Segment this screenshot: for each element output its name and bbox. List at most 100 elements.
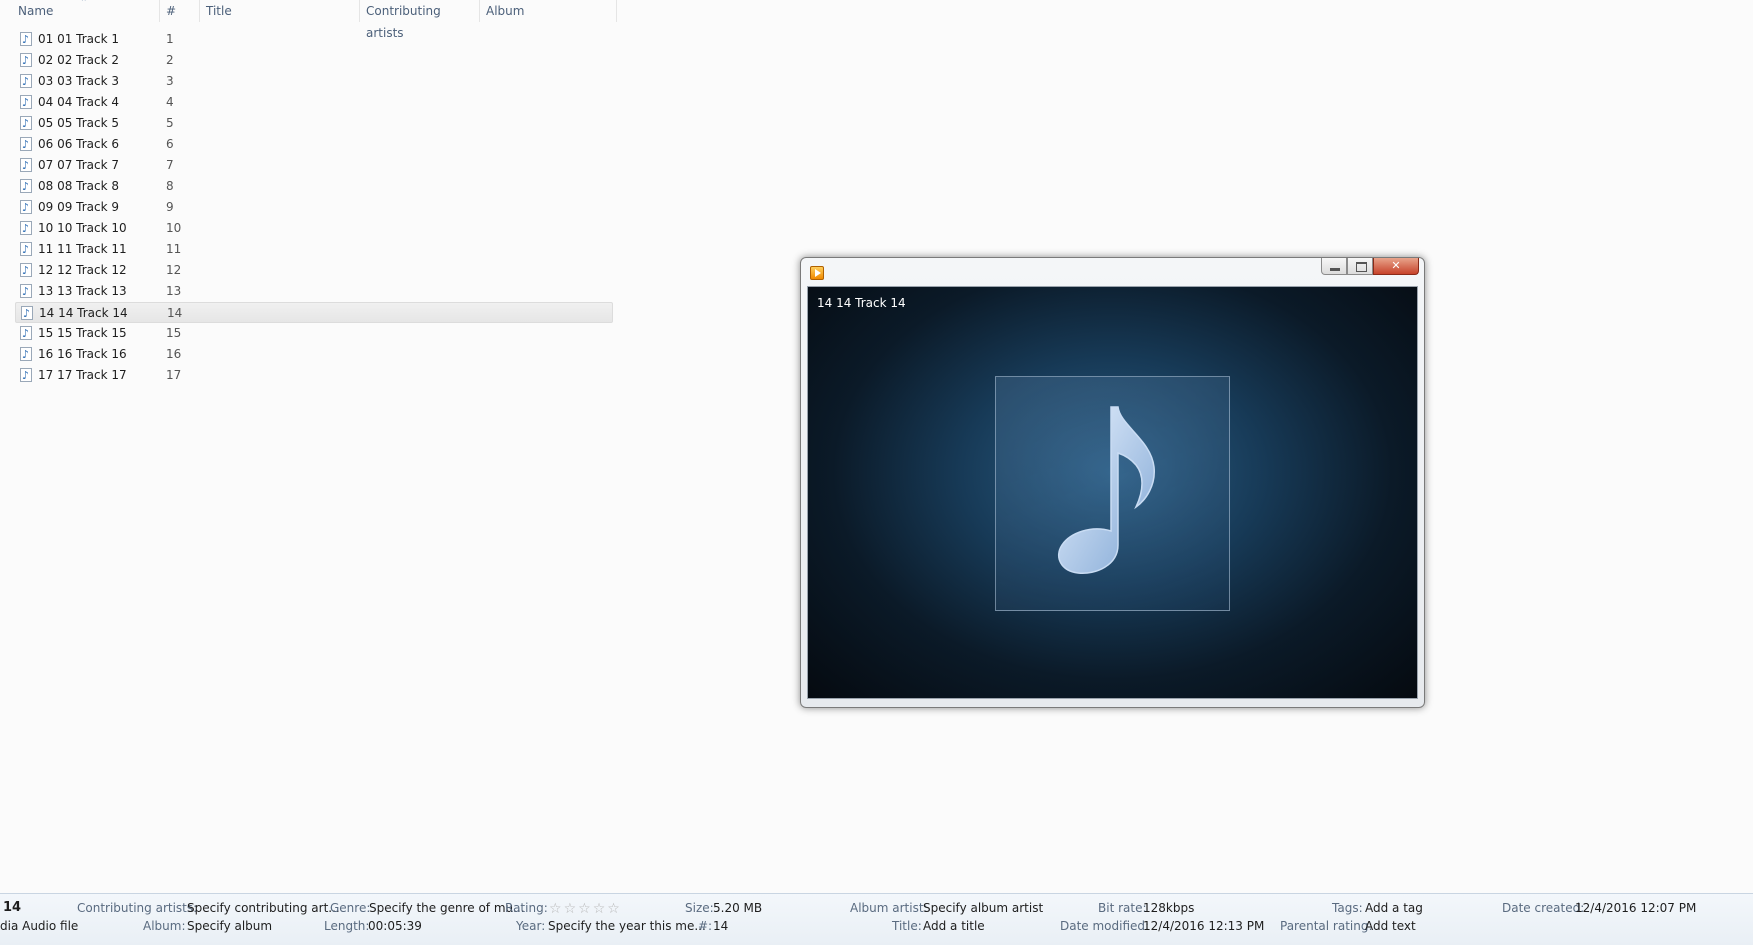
audio-file-icon [20, 50, 32, 71]
media-player-icon[interactable] [810, 266, 824, 280]
details-bitrate-value: 128kbps [1143, 901, 1195, 915]
star-icon[interactable]: ☆ [578, 901, 591, 917]
audio-file-icon [20, 281, 32, 302]
now-playing-title: 14 14 Track 14 [817, 296, 906, 310]
file-name: 09 09 Track 9 [38, 200, 120, 214]
file-row[interactable]: 06 06 Track 6 6 [15, 134, 613, 155]
details-track-number: 14 [3, 900, 22, 915]
details-year-label: Year: [516, 919, 546, 933]
file-row[interactable]: 12 12 Track 12 12 [15, 260, 613, 281]
file-name: 15 15 Track 15 [38, 326, 127, 340]
close-button[interactable]: ✕ [1373, 258, 1419, 275]
file-name: 11 11 Track 11 [38, 242, 127, 256]
star-icon[interactable]: ☆ [607, 901, 620, 917]
file-row[interactable]: 01 01 Track 1 1 [15, 29, 613, 50]
column-number[interactable]: # [160, 0, 200, 22]
file-name: 02 02 Track 2 [38, 53, 120, 67]
column-album[interactable]: Album [480, 0, 617, 22]
file-track-number: 4 [166, 95, 174, 109]
maximize-button[interactable] [1347, 258, 1373, 275]
minimize-button[interactable] [1321, 258, 1347, 275]
file-track-number: 7 [166, 158, 174, 172]
video-area[interactable]: 14 14 Track 14 [807, 286, 1418, 699]
file-name: 10 10 Track 10 [38, 221, 127, 235]
file-track-number: 15 [166, 326, 182, 340]
file-row[interactable]: 09 09 Track 9 9 [15, 197, 613, 218]
audio-file-icon [20, 113, 32, 134]
music-note-icon [1057, 406, 1155, 574]
star-icon[interactable]: ☆ [549, 901, 562, 917]
file-row[interactable]: 17 17 Track 17 17 [15, 365, 613, 386]
window-controls: ✕ [1321, 258, 1419, 276]
file-row[interactable]: 14 14 Track 14 14 [15, 302, 613, 324]
details-album-value[interactable]: Specify album [187, 919, 272, 933]
details-genre-value[interactable]: Specify the genre of mu... [369, 901, 525, 915]
file-name: 01 01 Track 1 [38, 32, 120, 46]
audio-file-icon [20, 29, 32, 50]
audio-file-icon [20, 323, 32, 344]
details-rating-label: Rating: [505, 901, 548, 915]
file-track-number: 11 [166, 242, 182, 256]
details-date-modified-label: Date modified: [1060, 919, 1150, 933]
file-track-number: 14 [167, 306, 183, 320]
media-player-window[interactable]: ✕ 14 14 Track 14 [800, 257, 1425, 708]
details-bitrate-label: Bit rate: [1098, 901, 1147, 915]
file-track-number: 1 [166, 32, 174, 46]
file-track-number: 16 [166, 347, 182, 361]
file-name: 13 13 Track 13 [38, 284, 127, 298]
file-row[interactable]: 05 05 Track 5 5 [15, 113, 613, 134]
audio-file-icon [20, 176, 32, 197]
file-row[interactable]: 10 10 Track 10 10 [15, 218, 613, 239]
audio-file-icon [20, 344, 32, 365]
audio-file-icon [20, 218, 32, 239]
column-contributing-artists[interactable]: Contributing artists [360, 0, 480, 40]
file-name: 03 03 Track 3 [38, 74, 120, 88]
file-row[interactable]: 04 04 Track 4 4 [15, 92, 613, 113]
star-icon[interactable]: ☆ [593, 901, 606, 917]
file-row[interactable]: 07 07 Track 7 7 [15, 155, 613, 176]
audio-file-icon [20, 260, 32, 281]
file-name: 16 16 Track 16 [38, 347, 127, 361]
file-track-number: 5 [166, 116, 174, 130]
file-track-number: 9 [166, 200, 174, 214]
details-tags-value[interactable]: Add a tag [1365, 901, 1423, 915]
details-date-created-label: Date created: [1502, 901, 1585, 915]
file-row[interactable]: 02 02 Track 2 2 [15, 50, 613, 71]
audio-file-icon [20, 239, 32, 260]
audio-file-icon [20, 92, 32, 113]
details-parental-value[interactable]: Add text [1365, 919, 1416, 933]
file-name: 12 12 Track 12 [38, 263, 127, 277]
details-number-value[interactable]: 14 [713, 919, 728, 933]
player-titlebar[interactable]: ✕ [801, 258, 1424, 286]
sort-caret-icon: ⌃ [80, 0, 88, 8]
details-file-type: dia Audio file [0, 919, 79, 933]
audio-file-icon [20, 197, 32, 218]
file-row[interactable]: 16 16 Track 16 16 [15, 344, 613, 365]
file-name: 17 17 Track 17 [38, 368, 127, 382]
audio-file-icon [20, 71, 32, 92]
file-row[interactable]: 11 11 Track 11 11 [15, 239, 613, 260]
details-title-value[interactable]: Add a title [923, 919, 985, 933]
details-year-value[interactable]: Specify the year this me... [548, 919, 706, 933]
details-date-created-value: 12/4/2016 12:07 PM [1575, 901, 1697, 915]
details-tags-label: Tags: [1332, 901, 1363, 915]
details-album-artist-value[interactable]: Specify album artist [923, 901, 1043, 915]
file-row[interactable]: 08 08 Track 8 8 [15, 176, 613, 197]
column-title[interactable]: Title [200, 0, 360, 22]
details-size-label: Size: [685, 901, 714, 915]
file-name: 14 14 Track 14 [39, 306, 128, 320]
file-track-number: 13 [166, 284, 182, 298]
file-track-number: 17 [166, 368, 182, 382]
rating-stars[interactable]: ☆ ☆ ☆ ☆ ☆ [549, 901, 622, 917]
details-genre-label: Genre: [330, 901, 371, 915]
star-icon[interactable]: ☆ [564, 901, 577, 917]
column-title-label: Title [206, 4, 232, 18]
details-contributing-artists-value[interactable]: Specify contributing art... [187, 901, 340, 915]
file-list: 01 01 Track 1 1 02 02 Track 2 2 03 03 Track … [15, 29, 615, 386]
album-art-placeholder [995, 376, 1230, 611]
file-row[interactable]: 13 13 Track 13 13 [15, 281, 613, 302]
file-track-number: 10 [166, 221, 182, 235]
file-name: 06 06 Track 6 [38, 137, 120, 151]
file-row[interactable]: 03 03 Track 3 3 [15, 71, 613, 92]
file-row[interactable]: 15 15 Track 15 15 [15, 323, 613, 344]
